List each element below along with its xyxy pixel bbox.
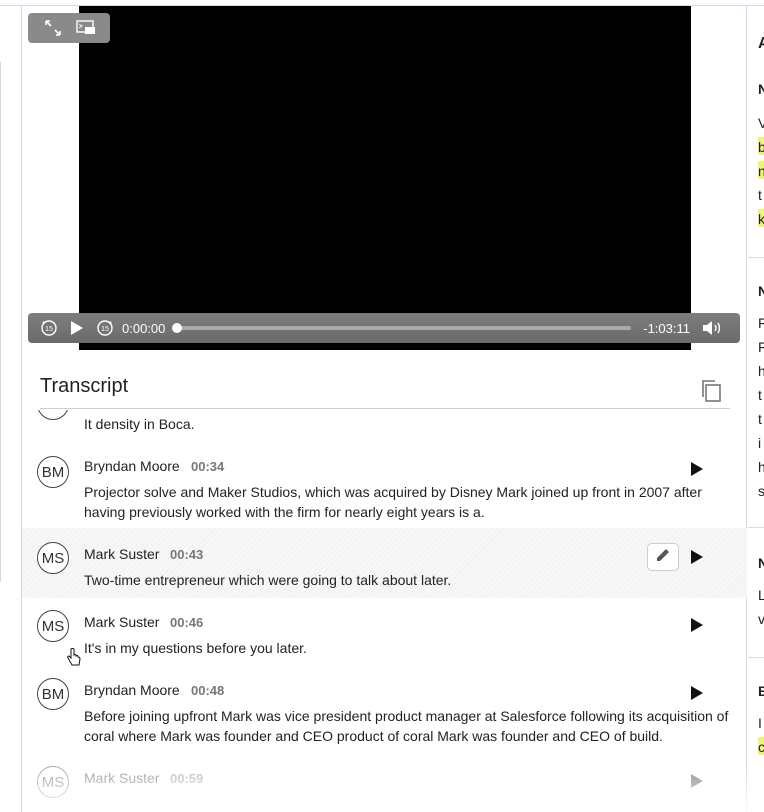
picture-in-picture-icon[interactable] bbox=[75, 18, 96, 38]
timestamp[interactable]: 00:48 bbox=[191, 683, 224, 698]
entry-text: Before joining upfront Mark was vice pre… bbox=[84, 708, 729, 744]
right-panel-glyph: s bbox=[758, 483, 764, 499]
left-rail-divider-lower bbox=[0, 442, 1, 582]
forward-15-icon[interactable]: 15 bbox=[94, 317, 116, 339]
right-panel-glyph: F bbox=[758, 339, 764, 355]
svg-text:15: 15 bbox=[101, 326, 109, 333]
volume-icon[interactable] bbox=[702, 317, 724, 339]
transcript-entry[interactable]: BM Bryndan Moore 00:48 Before joining up… bbox=[22, 668, 747, 758]
transcript-entry[interactable]: MS Mark Suster 00:46 It's in my question… bbox=[22, 600, 747, 662]
page: 15 15 0:00:00 -1:03:11 Transcript It den… bbox=[0, 0, 764, 812]
progress-slider[interactable] bbox=[172, 323, 632, 333]
right-panel-glyph: F bbox=[758, 315, 764, 331]
video-player[interactable] bbox=[79, 6, 691, 350]
entry-text: Two-time entrepreneur which were going t… bbox=[84, 572, 452, 588]
right-panel-glyph: b bbox=[758, 139, 764, 155]
right-panel-glyph: t bbox=[758, 387, 762, 403]
right-panel-heading-glyph: A bbox=[758, 35, 764, 52]
timestamp[interactable]: 00:34 bbox=[191, 459, 224, 474]
timestamp[interactable]: 00:43 bbox=[170, 547, 203, 562]
right-panel-glyph: k bbox=[758, 211, 764, 227]
right-panel-glyph: L bbox=[758, 587, 764, 603]
current-time: 0:00:00 bbox=[122, 320, 166, 336]
speaker-name: Bryndan Moore bbox=[84, 458, 180, 474]
pencil-icon bbox=[655, 547, 671, 568]
remaining-time: -1:03:11 bbox=[643, 320, 690, 336]
video-top-controls bbox=[28, 13, 110, 43]
speaker-name: Bryndan Moore bbox=[84, 682, 180, 698]
right-panel-glyph: h bbox=[758, 363, 764, 379]
right-panel-glyph: V bbox=[758, 115, 764, 131]
right-panel-glyph: N bbox=[758, 555, 764, 571]
svg-text:15: 15 bbox=[45, 326, 53, 333]
play-icon[interactable] bbox=[690, 617, 706, 633]
right-panel-glyph: E bbox=[758, 683, 764, 699]
avatar: MS bbox=[37, 766, 69, 798]
right-panel-divider bbox=[748, 657, 764, 658]
play-icon[interactable] bbox=[690, 773, 706, 789]
player-control-bar: 15 15 0:00:00 -1:03:11 bbox=[28, 313, 740, 343]
right-panel-glyph: h bbox=[758, 459, 764, 475]
avatar: MS bbox=[37, 610, 69, 642]
timestamp[interactable]: 00:46 bbox=[170, 615, 203, 630]
transcript-entry[interactable]: It density in Boca. bbox=[22, 410, 747, 440]
speaker-name: Mark Suster bbox=[84, 546, 160, 562]
progress-knob[interactable] bbox=[172, 323, 183, 333]
play-icon[interactable] bbox=[690, 685, 706, 701]
left-rail-divider bbox=[0, 62, 1, 442]
play-icon[interactable] bbox=[66, 317, 88, 339]
edit-button[interactable] bbox=[647, 543, 679, 571]
avatar: BM bbox=[37, 678, 69, 710]
right-panel-glyph: v bbox=[758, 611, 764, 627]
rewind-15-icon[interactable]: 15 bbox=[38, 317, 60, 339]
play-icon[interactable] bbox=[690, 549, 706, 565]
right-panel-glyph: i bbox=[758, 435, 762, 451]
avatar: MS bbox=[37, 542, 69, 574]
hand-cursor-icon bbox=[66, 648, 82, 668]
transcript-title: Transcript bbox=[40, 375, 129, 397]
copy-icon[interactable] bbox=[700, 379, 722, 403]
entry-text: It's in my questions before you later. bbox=[84, 640, 307, 656]
speaker-name: Mark Suster bbox=[84, 614, 160, 630]
right-panel-divider bbox=[748, 257, 764, 258]
transcript-entry[interactable]: BM Bryndan Moore 00:34 Projector solve a… bbox=[22, 448, 747, 526]
right-panel-glyph: t bbox=[758, 411, 762, 427]
avatar: BM bbox=[37, 456, 69, 488]
right-panel-divider bbox=[748, 527, 764, 528]
entry-text: Projector solve and Maker Studios, which… bbox=[84, 484, 702, 520]
transcript-entry[interactable]: MS Mark Suster 00:43 Two-time entreprene… bbox=[22, 528, 747, 598]
transcript-entry[interactable]: MS Mark Suster 00:59 bbox=[22, 760, 747, 812]
transcript-list[interactable]: It density in Boca. BM Bryndan Moore 00:… bbox=[22, 410, 747, 812]
right-panel-glyph: I bbox=[758, 715, 762, 731]
entry-text: It density in Boca. bbox=[84, 416, 195, 432]
transcript-header: Transcript bbox=[40, 373, 730, 409]
timestamp[interactable]: 00:59 bbox=[170, 771, 203, 786]
right-panel: A N V b n t k N F F h t t i h s N L v E … bbox=[748, 5, 764, 812]
avatar bbox=[37, 410, 69, 420]
right-panel-glyph: N bbox=[758, 283, 764, 299]
expand-icon[interactable] bbox=[43, 18, 63, 38]
speaker-name: Mark Suster bbox=[84, 770, 160, 786]
play-icon[interactable] bbox=[690, 461, 706, 477]
right-panel-glyph: t bbox=[758, 187, 762, 203]
main-panel: 15 15 0:00:00 -1:03:11 Transcript It den… bbox=[21, 5, 747, 812]
right-panel-glyph: n bbox=[758, 163, 764, 179]
right-panel-glyph: c bbox=[758, 739, 764, 755]
right-panel-glyph: N bbox=[758, 81, 764, 97]
